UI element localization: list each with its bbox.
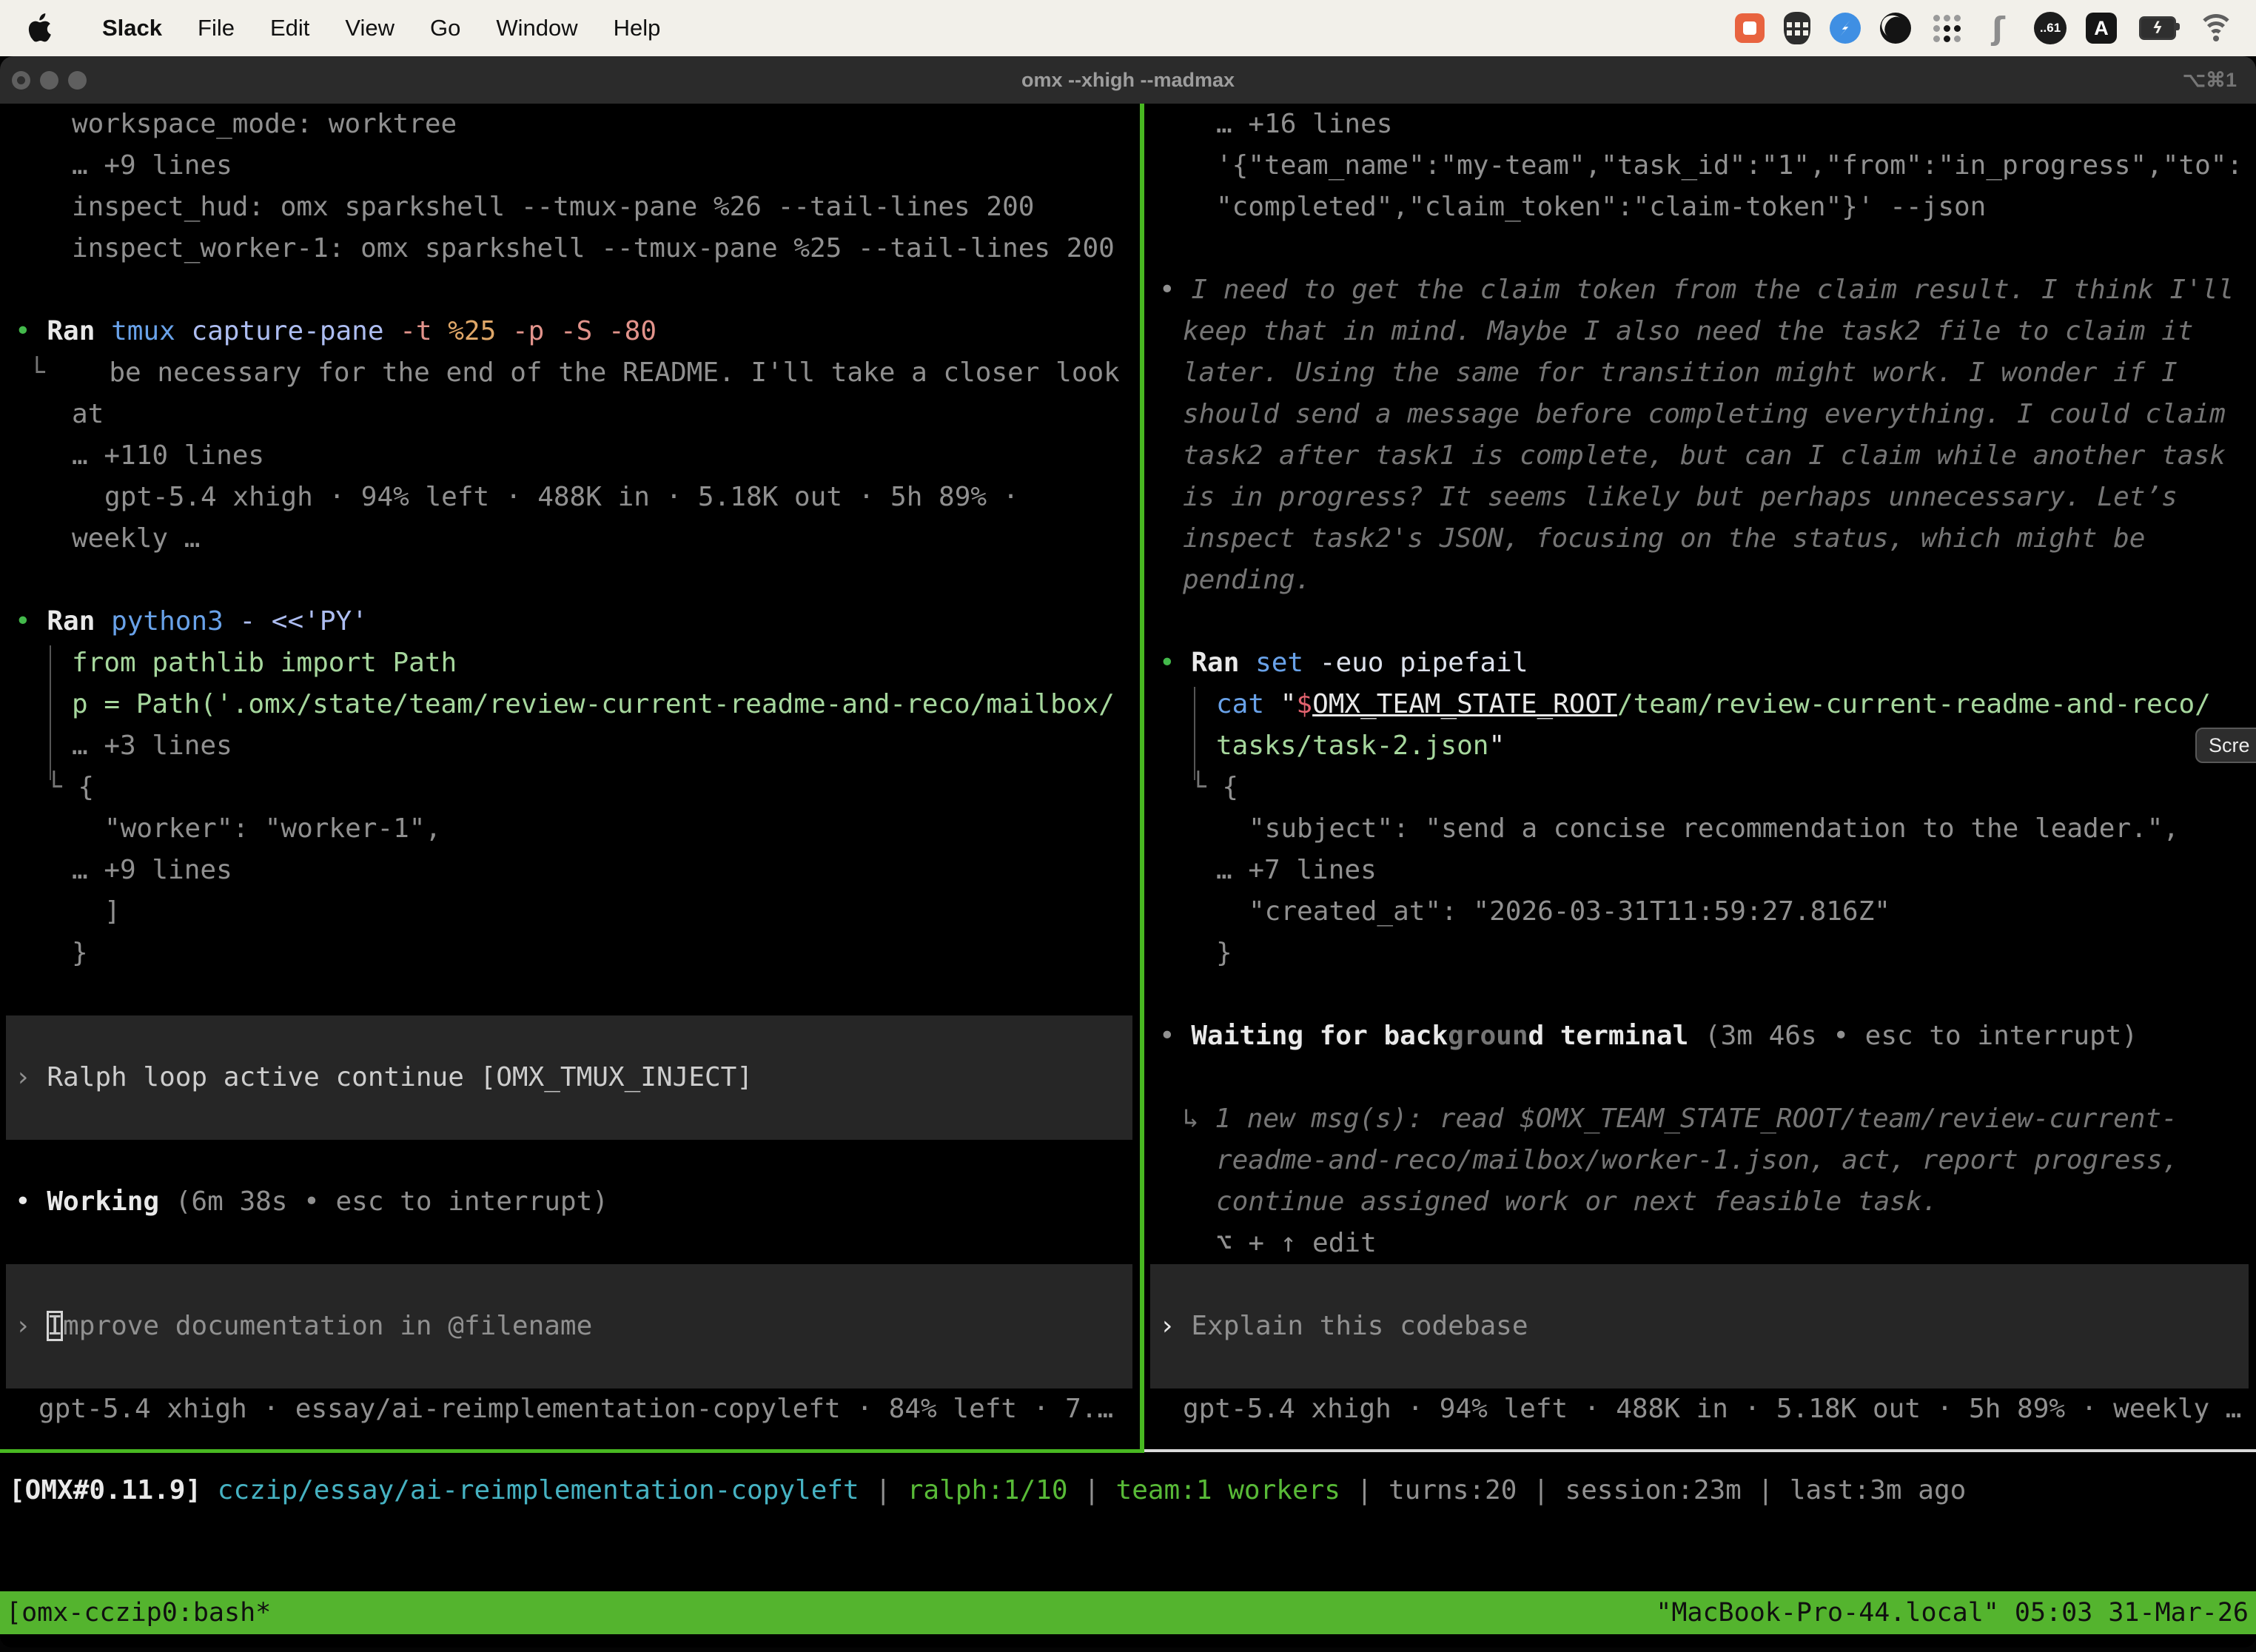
terminal-line: at: [0, 394, 1140, 435]
tmux-host-and-clock: "MacBook-Pro-44.local" 05:03 31-Mar-26: [1656, 1591, 2249, 1634]
terminal-line: ⌥ + ↑ edit: [1144, 1223, 2256, 1264]
left-terminal-pane[interactable]: workspace_mode: worktree… +9 linesinspec…: [0, 104, 1140, 1449]
terminal-line: continue assigned work or next feasible …: [1144, 1181, 2256, 1223]
tmux-status-bar: [omx-cczip0:bash* "MacBook-Pro-44.local"…: [0, 1591, 2256, 1634]
terminal-line: … +110 lines: [0, 435, 1140, 477]
menu-item-view[interactable]: View: [327, 15, 412, 41]
terminal-line: └ be necessary for the end of the README…: [0, 352, 1140, 394]
terminal-line: "created_at": "2026-03-31T11:59:27.816Z": [1144, 891, 2256, 933]
terminal-line: … +3 lines: [0, 725, 1140, 767]
terminal-line: from pathlib import Path: [0, 642, 1140, 684]
menu-item-edit[interactable]: Edit: [252, 15, 327, 41]
terminal-line: › Improve documentation in @filename: [0, 1306, 1140, 1347]
terminal-window: omx --xhigh --madmax ⌥⌘1 workspace_mode:…: [0, 56, 2256, 1648]
terminal-line: }: [1144, 933, 2256, 974]
terminal-line: tasks/task-2.json": [1144, 725, 2256, 767]
terminal-line: gpt-5.4 xhigh · essay/ai-reimplementatio…: [0, 1389, 1140, 1430]
terminal-line: › Ralph loop active continue [OMX_TMUX_I…: [0, 1057, 1140, 1098]
terminal-line: should send a message before completing …: [1144, 394, 2256, 435]
bolt-app-icon[interactable]: [1830, 13, 1861, 44]
menu-item-window[interactable]: Window: [478, 15, 595, 41]
terminal-line: keep that in mind. Maybe I also need the…: [1144, 311, 2256, 352]
terminal-line: readme-and-reco/mailbox/worker-1.json, a…: [1144, 1140, 2256, 1181]
terminal-line: weekly …: [0, 518, 1140, 560]
terminal-line: "worker": "worker-1",: [0, 808, 1140, 850]
terminal-line: … +9 lines: [0, 850, 1140, 891]
terminal-line: [1144, 974, 2256, 1015]
terminal-line: [0, 974, 1140, 1015]
tmux-session: workspace_mode: worktree… +9 linesinspec…: [0, 104, 2256, 1648]
terminal-line: [0, 1264, 1140, 1306]
terminal-line: [0, 1140, 1140, 1181]
menu-item-slack[interactable]: Slack: [84, 15, 180, 41]
terminal-line: task2 after task1 is complete, but can I…: [1144, 435, 2256, 477]
terminal-line: [1144, 1264, 2256, 1306]
terminal-line: [0, 1347, 1140, 1389]
terminal-line: • Ran tmux capture-pane -t %25 -p -S -80: [0, 311, 1140, 352]
terminal-line: [0, 560, 1140, 601]
terminal-line: └ {: [1144, 767, 2256, 808]
terminal-line: inspect task2's JSON, focusing on the st…: [1144, 518, 2256, 560]
terminal-line: [0, 1015, 1140, 1057]
terminal-line: • Working (6m 38s • esc to interrupt): [0, 1181, 1140, 1223]
terminal-line: is in progress? It seems likely but perh…: [1144, 477, 2256, 518]
window-title: omx --xhigh --madmax: [0, 56, 2256, 104]
terminal-line: gpt-5.4 xhigh · 94% left · 488K in · 5.1…: [0, 477, 1140, 518]
a-app-icon[interactable]: A: [2086, 13, 2117, 44]
inactive-pane-bottom-border: [1144, 1449, 2256, 1452]
apple-menu-icon[interactable]: [27, 11, 56, 45]
terminal-line: • Waiting for background terminal (3m 46…: [1144, 1015, 2256, 1057]
active-pane-bottom-border: [0, 1449, 1144, 1453]
terminal-line: ↳ 1 new msg(s): read $OMX_TEAM_STATE_ROO…: [1144, 1098, 2256, 1140]
terminal-line: • Ran python3 - <<'PY': [0, 601, 1140, 642]
terminal-line: '{"team_name":"my-team","task_id":"1","f…: [1144, 145, 2256, 187]
terminal-line: pending.: [1144, 560, 2256, 601]
terminal-line: [1144, 228, 2256, 269]
terminal-line: "subject": "send a concise recommendatio…: [1144, 808, 2256, 850]
tmux-window-label[interactable]: [omx-cczip0:bash*: [6, 1591, 271, 1634]
menu-item-help[interactable]: Help: [596, 15, 679, 41]
badge-61-icon[interactable]: ..61: [2034, 12, 2067, 44]
slack-icon[interactable]: [1735, 13, 1765, 43]
omx-session-status-line: [OMX#0.11.9] cczip/essay/ai-reimplementa…: [0, 1470, 2256, 1511]
terminal-line: cat "$OMX_TEAM_STATE_ROOT/team/review-cu…: [1144, 684, 2256, 725]
terminal-line: └ {: [0, 767, 1140, 808]
terminal-line: [0, 269, 1140, 311]
s-hook-icon[interactable]: ʃ: [1982, 12, 2015, 44]
menu-item-file[interactable]: File: [180, 15, 252, 41]
window-titlebar[interactable]: omx --xhigh --madmax ⌥⌘1: [0, 56, 2256, 104]
terminal-line: › Explain this codebase: [1144, 1306, 2256, 1347]
terminal-line: … +7 lines: [1144, 850, 2256, 891]
screen-overlay-tooltip: Scre: [2195, 728, 2256, 763]
dots-grid-icon[interactable]: [1930, 12, 1963, 44]
battery-charging-icon[interactable]: ϟ: [2136, 12, 2179, 44]
menu-item-go[interactable]: Go: [412, 15, 478, 41]
terminal-line: [1144, 601, 2256, 642]
terminal-line: [1144, 1347, 2256, 1389]
terminal-line: later. Using the same for transition mig…: [1144, 352, 2256, 394]
terminal-line: }: [0, 933, 1140, 974]
terminal-line: inspect_worker-1: omx sparkshell --tmux-…: [0, 228, 1140, 269]
window-shortcut-hint: ⌥⌘1: [2183, 56, 2237, 104]
shield-grid-icon[interactable]: [1784, 12, 1810, 44]
macos-menu-bar: SlackFileEditViewGoWindowHelp ʃ ..61 Aϟ: [0, 0, 2256, 56]
terminal-line: • I need to get the claim token from the…: [1144, 269, 2256, 311]
wifi-icon[interactable]: [2198, 14, 2234, 42]
terminal-line: • Ran set -euo pipefail: [1144, 642, 2256, 684]
terminal-line: gpt-5.4 xhigh · 94% left · 488K in · 5.1…: [1144, 1389, 2256, 1430]
terminal-line: … +9 lines: [0, 145, 1140, 187]
terminal-line: "completed","claim_token":"claim-token"}…: [1144, 187, 2256, 228]
terminal-line: [0, 1098, 1140, 1140]
terminal-line: p = Path('.omx/state/team/review-current…: [0, 684, 1140, 725]
terminal-line: [1144, 1057, 2256, 1098]
terminal-line: … +16 lines: [1144, 104, 2256, 145]
terminal-line: ]: [0, 891, 1140, 933]
terminal-line: [0, 1223, 1140, 1264]
terminal-line: workspace_mode: worktree: [0, 104, 1140, 145]
right-terminal-pane[interactable]: … +16 lines'{"team_name":"my-team","task…: [1144, 104, 2256, 1449]
crescent-app-icon[interactable]: [1880, 13, 1911, 44]
terminal-line: inspect_hud: omx sparkshell --tmux-pane …: [0, 187, 1140, 228]
